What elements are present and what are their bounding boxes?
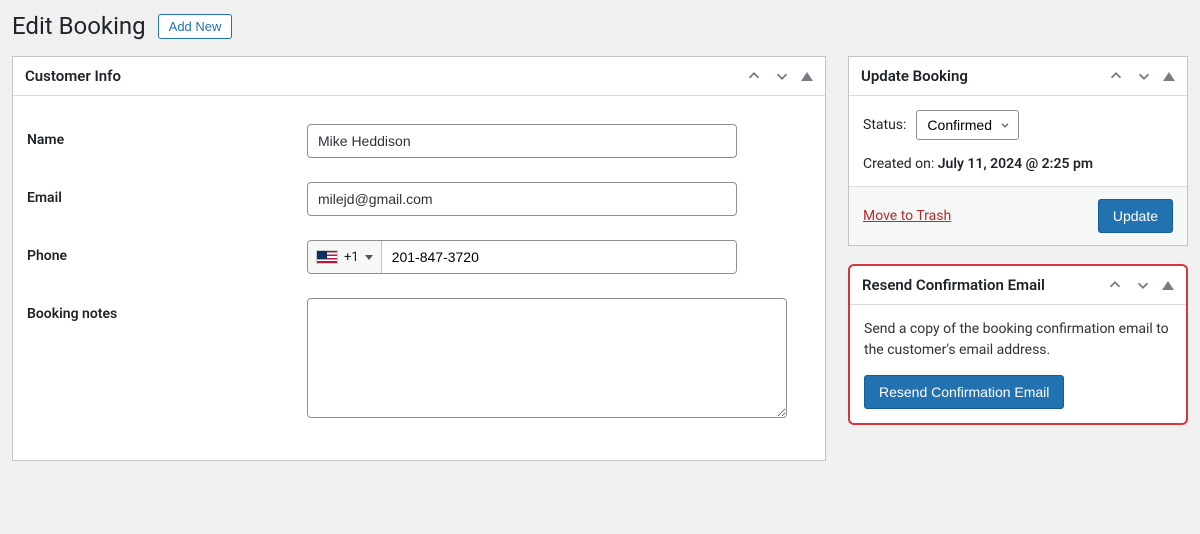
notes-label: Booking notes xyxy=(27,298,307,322)
phone-country-code: +1 xyxy=(344,250,359,265)
update-booking-title: Update Booking xyxy=(861,67,968,85)
side-column: Update Booking Status: Confirmed xyxy=(848,56,1188,443)
phone-row: Phone +1 xyxy=(27,240,811,274)
email-label: Email xyxy=(27,182,307,206)
phone-label: Phone xyxy=(27,240,307,264)
move-up-icon[interactable] xyxy=(745,67,763,85)
customer-info-actions xyxy=(745,67,813,85)
resend-email-button[interactable]: Resend Confirmation Email xyxy=(864,375,1064,409)
email-input[interactable] xyxy=(307,182,737,216)
move-up-icon[interactable] xyxy=(1106,276,1124,294)
update-booking-panel: Update Booking Status: Confirmed xyxy=(848,56,1188,246)
layout: Customer Info Name Email xyxy=(12,56,1188,479)
move-down-icon[interactable] xyxy=(773,67,791,85)
toggle-panel-icon[interactable] xyxy=(801,72,813,81)
resend-email-description: Send a copy of the booking confirmation … xyxy=(864,319,1172,361)
email-row: Email xyxy=(27,182,811,216)
chevron-down-icon xyxy=(365,255,373,260)
customer-info-title: Customer Info xyxy=(25,67,121,85)
created-on-label: Created on: xyxy=(863,156,934,172)
phone-input[interactable] xyxy=(382,241,736,273)
update-booking-body: Status: Confirmed Created on: July 11, 2… xyxy=(849,96,1187,186)
update-button[interactable]: Update xyxy=(1098,199,1173,233)
status-select[interactable]: Confirmed xyxy=(916,110,1019,140)
created-on-line: Created on: July 11, 2024 @ 2:25 pm xyxy=(863,156,1173,172)
resend-email-actions xyxy=(1106,276,1174,294)
customer-info-body: Name Email Phone xyxy=(13,96,825,460)
add-new-button[interactable]: Add New xyxy=(158,14,233,39)
name-input[interactable] xyxy=(307,124,737,158)
customer-info-panel: Customer Info Name Email xyxy=(12,56,826,461)
page-title: Edit Booking xyxy=(12,12,146,40)
move-up-icon[interactable] xyxy=(1107,67,1125,85)
toggle-panel-icon[interactable] xyxy=(1162,281,1174,290)
resend-email-panel: Resend Confirmation Email Send a copy of… xyxy=(848,264,1188,425)
resend-email-body: Send a copy of the booking confirmation … xyxy=(850,305,1186,423)
notes-textarea[interactable] xyxy=(307,298,787,418)
move-to-trash-link[interactable]: Move to Trash xyxy=(863,208,951,224)
resend-email-title: Resend Confirmation Email xyxy=(862,276,1045,294)
page-header: Edit Booking Add New xyxy=(12,12,1188,40)
update-booking-header: Update Booking xyxy=(849,57,1187,96)
notes-row: Booking notes xyxy=(27,298,811,422)
update-booking-actions xyxy=(1107,67,1175,85)
main-column: Customer Info Name Email xyxy=(12,56,826,479)
status-label: Status: xyxy=(863,117,906,133)
name-row: Name xyxy=(27,124,811,158)
us-flag-icon xyxy=(316,250,338,264)
toggle-panel-icon[interactable] xyxy=(1163,72,1175,81)
customer-info-header: Customer Info xyxy=(13,57,825,96)
phone-country-selector[interactable]: +1 xyxy=(308,241,382,273)
move-down-icon[interactable] xyxy=(1135,67,1153,85)
created-on-value: July 11, 2024 @ 2:25 pm xyxy=(938,156,1093,172)
move-down-icon[interactable] xyxy=(1134,276,1152,294)
resend-email-header: Resend Confirmation Email xyxy=(850,266,1186,305)
name-label: Name xyxy=(27,124,307,148)
update-booking-footer: Move to Trash Update xyxy=(849,186,1187,245)
phone-field: +1 xyxy=(307,240,737,274)
status-row: Status: Confirmed xyxy=(863,110,1173,140)
